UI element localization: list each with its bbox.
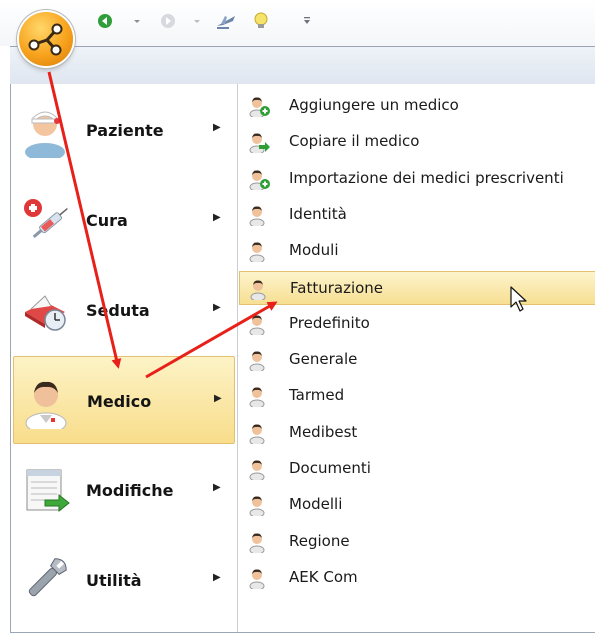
- airplane-icon[interactable]: [214, 12, 238, 30]
- submenu-item-documenti[interactable]: Documenti: [239, 452, 595, 486]
- menu-item-utilita[interactable]: Utilità ▶: [13, 536, 235, 624]
- menu-left-column: Paziente ▶ Cura ▶ Seduta ▶ Medico ▶ Modi…: [11, 84, 238, 632]
- syringe-icon: [21, 192, 73, 248]
- submenu-item-label: Documenti: [289, 459, 371, 477]
- doctor-icon: [22, 373, 74, 434]
- menu-item-label: Utilità: [86, 571, 142, 590]
- menu-item-label: Modifiche: [86, 481, 174, 500]
- submenu-item-label: Importazione dei medici prescriventi: [289, 169, 564, 187]
- submenu-arrow-icon: ▶: [213, 212, 221, 223]
- doctor-icon: [249, 531, 271, 555]
- menu-item-modifiche[interactable]: Modifiche ▶: [13, 446, 235, 534]
- menu-item-medico[interactable]: Medico ▶: [13, 356, 235, 444]
- submenu-item-importazione-dei-medici-prescriventi[interactable]: Importazione dei medici prescriventi: [239, 162, 595, 196]
- menu-item-label: Paziente: [86, 121, 164, 140]
- doctor-copy-icon: [249, 131, 271, 155]
- session-icon: [21, 282, 73, 338]
- app-orb-button[interactable]: [19, 12, 73, 66]
- doctor-add-icon: [249, 95, 271, 119]
- submenu-item-label: Medibest: [289, 423, 358, 441]
- menu-item-seduta[interactable]: Seduta ▶: [13, 266, 235, 354]
- doctor-icon: [249, 567, 271, 591]
- submenu-item-label: Regione: [289, 532, 350, 550]
- submenu-item-label: AEK Com: [289, 568, 358, 586]
- doctor-icon: [249, 458, 271, 482]
- dropdown-icon[interactable]: [132, 12, 142, 30]
- submenu-arrow-icon: ▶: [213, 302, 221, 313]
- submenu-item-moduli[interactable]: Moduli: [239, 234, 595, 268]
- application-menu: Paziente ▶ Cura ▶ Seduta ▶ Medico ▶ Modi…: [10, 84, 595, 633]
- submenu-item-label: Identità: [289, 205, 347, 223]
- submenu-item-predefinito[interactable]: Predefinito: [239, 307, 595, 341]
- menu-item-paziente[interactable]: Paziente ▶: [13, 86, 235, 174]
- doctor-icon: [249, 240, 271, 264]
- submenu-item-label: Moduli: [289, 241, 339, 259]
- menu-item-label: Medico: [87, 392, 152, 411]
- doctor-icon: [249, 422, 271, 446]
- submenu-item-label: Generale: [289, 350, 358, 368]
- customize-icon[interactable]: [302, 12, 312, 30]
- menu-item-label: Cura: [86, 211, 128, 230]
- submenu-arrow-icon: ▶: [213, 122, 221, 133]
- doctor-icon: [249, 204, 271, 228]
- menu-item-label: Seduta: [86, 301, 150, 320]
- doctor-icon: [249, 313, 271, 337]
- submenu-arrow-icon: ▶: [214, 393, 222, 404]
- patient-icon: [21, 102, 73, 161]
- ribbon-band: [10, 46, 595, 86]
- doctor-add-icon: [249, 168, 271, 192]
- submenu-list: Aggiungere un medico Copiare il medico Imp…: [239, 84, 595, 632]
- changes-icon: [21, 462, 73, 518]
- submenu-item-aek-com[interactable]: AEK Com: [239, 561, 595, 595]
- quick-access-toolbar: [0, 0, 595, 46]
- submenu-item-label: Copiare il medico: [289, 132, 420, 150]
- submenu-item-label: Predefinito: [289, 314, 370, 332]
- submenu-item-label: Fatturazione: [290, 279, 384, 297]
- submenu-item-fatturazione[interactable]: Fatturazione: [239, 271, 595, 305]
- forward-icon[interactable]: [159, 12, 177, 30]
- submenu-item-aggiungere-un-medico[interactable]: Aggiungere un medico: [239, 89, 595, 123]
- back-icon[interactable]: [96, 12, 114, 30]
- wrench-icon: [21, 552, 73, 608]
- submenu-arrow-icon: ▶: [213, 482, 221, 493]
- submenu-item-tarmed[interactable]: Tarmed: [239, 379, 595, 413]
- submenu-item-copiare-il-medico[interactable]: Copiare il medico: [239, 125, 595, 159]
- submenu-arrow-icon: ▶: [213, 572, 221, 583]
- molecule-icon: [28, 23, 63, 56]
- doctor-icon: [249, 349, 271, 373]
- submenu-item-label: Modelli: [289, 495, 343, 513]
- dropdown-icon[interactable]: [192, 12, 202, 30]
- submenu-item-label: Aggiungere un medico: [289, 96, 459, 114]
- doctor-icon: [250, 278, 272, 302]
- submenu-item-generale[interactable]: Generale: [239, 343, 595, 377]
- submenu-item-medibest[interactable]: Medibest: [239, 416, 595, 450]
- submenu-item-regione[interactable]: Regione: [239, 525, 595, 559]
- doctor-icon: [249, 385, 271, 409]
- submenu-item-label: Tarmed: [289, 386, 345, 404]
- submenu-item-modelli[interactable]: Modelli: [239, 488, 595, 522]
- doctor-icon: [249, 494, 271, 518]
- menu-item-cura[interactable]: Cura ▶: [13, 176, 235, 264]
- submenu-item-identita[interactable]: Identità: [239, 198, 595, 232]
- lightbulb-icon[interactable]: [252, 12, 270, 30]
